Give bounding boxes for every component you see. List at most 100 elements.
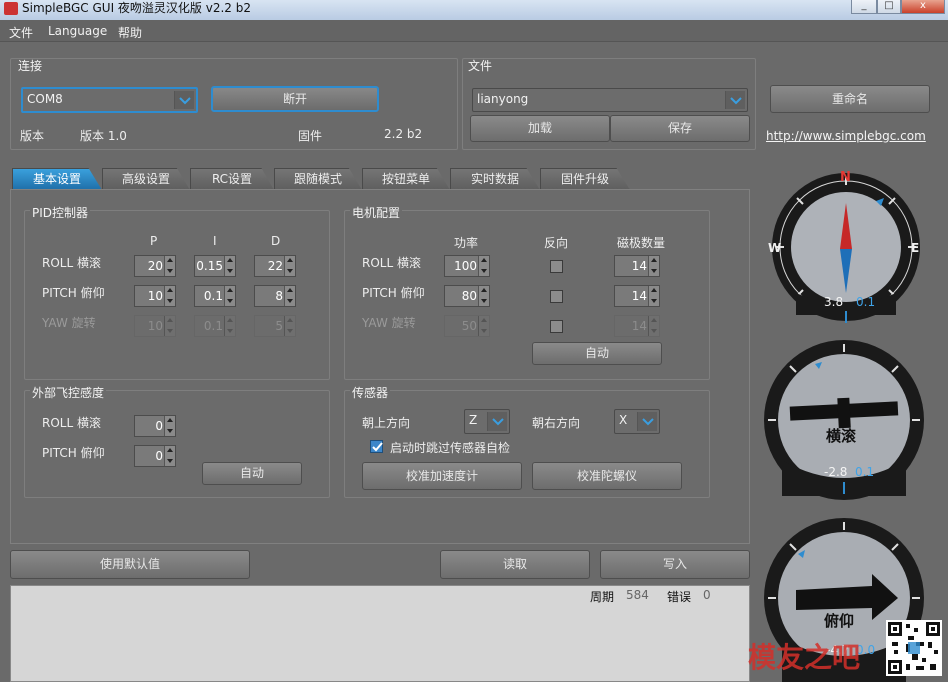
cycle-label: 周期 xyxy=(590,590,615,604)
chevron-down-icon xyxy=(487,412,507,431)
write-button[interactable]: 写入 xyxy=(600,550,750,579)
chevron-down-icon xyxy=(174,91,194,109)
sensor-up-select[interactable]: Z xyxy=(464,409,510,434)
pid-yaw-p: 10 xyxy=(134,315,176,337)
motor-roll-poles-value: 14 xyxy=(631,259,647,273)
profile-select[interactable]: lianyong xyxy=(472,88,748,112)
load-button[interactable]: 加载 xyxy=(470,115,610,142)
calibrate-accelerometer-button[interactable]: 校准加速度计 xyxy=(362,462,522,490)
tab-firmware[interactable]: 固件升级 xyxy=(540,168,630,190)
firmware-label: 固件 xyxy=(298,129,323,143)
rename-button[interactable]: 重命名 xyxy=(770,85,930,113)
ext-fc-pitch-gain-value: 0 xyxy=(155,449,163,463)
save-button[interactable]: 保存 xyxy=(610,115,750,142)
connection-group-label: 连接 xyxy=(18,59,43,73)
motor-group-label: 电机配置 xyxy=(350,204,403,221)
motor-pitch-poles[interactable]: 14 xyxy=(614,285,660,307)
use-defaults-button[interactable]: 使用默认值 xyxy=(10,550,250,579)
website-link[interactable]: http://www.simplebgc.com xyxy=(766,129,926,143)
pid-yaw-i-value: 0.1 xyxy=(203,319,223,333)
cycle-value: 584 xyxy=(626,588,649,602)
sensor-group-label: 传感器 xyxy=(350,384,391,401)
roll-value2: 0.1 xyxy=(855,465,874,479)
motor-header-poles: 磁极数量 xyxy=(617,236,666,250)
tab-follow[interactable]: 跟随模式 xyxy=(274,168,362,190)
chevron-down-icon xyxy=(637,412,657,431)
tab-basic[interactable]: 基本设置 xyxy=(12,168,102,190)
title-bar: SimpleBGC GUI 夜吻溢灵汉化版 v2.2 b2 _ □ x xyxy=(0,0,948,20)
pid-pitch-p[interactable]: 10 xyxy=(134,285,176,307)
ext-fc-roll-gain-value: 0 xyxy=(155,419,163,433)
compass-n-label: N xyxy=(840,170,851,185)
file-group-label: 文件 xyxy=(468,59,493,73)
ext-fc-pitch-gain[interactable]: 0 xyxy=(134,445,176,467)
maximize-button[interactable]: □ xyxy=(877,0,901,14)
pid-pitch-d-value: 8 xyxy=(275,289,283,303)
menu-file[interactable]: 文件 xyxy=(9,24,33,41)
ext-fc-roll-gain[interactable]: 0 xyxy=(134,415,176,437)
skip-selftest-checkbox[interactable] xyxy=(370,440,383,453)
sensor-right-select[interactable]: X xyxy=(614,409,660,434)
compass-value2: 0.1 xyxy=(856,295,875,309)
pid-yaw-d: 5 xyxy=(254,315,296,337)
qr-code xyxy=(886,620,942,676)
sensor-up-label: 朝上方向 xyxy=(362,416,411,430)
pid-yaw-i: 0.1 xyxy=(194,315,236,337)
pid-pitch-i[interactable]: 0.1 xyxy=(194,285,236,307)
motor-yaw-poles-value: 14 xyxy=(631,319,647,333)
motor-roll-poles[interactable]: 14 xyxy=(614,255,660,277)
motor-auto-button[interactable]: 自动 xyxy=(532,342,662,365)
motor-roll-reverse-checkbox[interactable] xyxy=(550,260,563,273)
chevron-down-icon xyxy=(725,91,745,109)
sensor-right-value: X xyxy=(619,413,628,427)
compass-w-label: W xyxy=(768,241,781,255)
pid-header-i: I xyxy=(213,234,217,248)
port-select[interactable]: COM8 xyxy=(21,87,198,113)
minimize-button[interactable]: _ xyxy=(851,0,877,14)
menu-language[interactable]: Language xyxy=(48,24,107,38)
roll-gauge: 横滚 -2.8 0.1 xyxy=(764,340,924,500)
pid-roll-p[interactable]: 20 xyxy=(134,255,176,277)
motor-pitch-label: PITCH 俯仰 xyxy=(362,286,425,300)
read-button[interactable]: 读取 xyxy=(440,550,590,579)
pid-pitch-label: PITCH 俯仰 xyxy=(42,286,105,300)
ext-fc-roll-label: ROLL 横滚 xyxy=(42,416,101,430)
pid-pitch-d[interactable]: 8 xyxy=(254,285,296,307)
motor-yaw-label: YAW 旋转 xyxy=(362,316,416,330)
tab-realtime[interactable]: 实时数据 xyxy=(450,168,540,190)
motor-roll-power[interactable]: 100 xyxy=(444,255,490,277)
calibrate-gyro-button[interactable]: 校准陀螺仪 xyxy=(532,462,682,490)
pid-roll-i[interactable]: 0.15 xyxy=(194,255,236,277)
motor-yaw-poles: 14 xyxy=(614,315,660,337)
tab-rc[interactable]: RC设置 xyxy=(190,168,274,190)
close-button[interactable]: x xyxy=(901,0,945,14)
error-value: 0 xyxy=(703,588,711,602)
pid-roll-label: ROLL 横滚 xyxy=(42,256,101,270)
pid-pitch-i-value: 0.1 xyxy=(203,289,223,303)
roll-gauge-label: 横滚 xyxy=(826,427,857,445)
skip-selftest-label: 启动时跳过传感器自检 xyxy=(390,441,511,455)
pid-roll-d[interactable]: 22 xyxy=(254,255,296,277)
pitch-gauge-label: 俯仰 xyxy=(824,612,854,630)
pid-roll-p-value: 20 xyxy=(147,259,163,273)
checkmark-icon xyxy=(372,442,383,452)
app-icon xyxy=(4,2,18,15)
ext-fc-auto-button[interactable]: 自动 xyxy=(202,462,302,485)
tab-buttons[interactable]: 按钮菜单 xyxy=(362,168,450,190)
ext-fc-group-label: 外部飞控感度 xyxy=(30,384,107,401)
motor-header-power: 功率 xyxy=(454,236,479,250)
motor-pitch-reverse-checkbox[interactable] xyxy=(550,290,563,303)
pid-yaw-p-value: 10 xyxy=(147,319,163,333)
version-value: 版本 1.0 xyxy=(80,129,127,143)
tab-advanced[interactable]: 高级设置 xyxy=(102,168,190,190)
menu-help[interactable]: 帮助 xyxy=(118,24,142,41)
motor-yaw-reverse-checkbox[interactable] xyxy=(550,320,563,333)
qr-code-icon xyxy=(888,622,940,674)
compass-e-label: E xyxy=(911,241,919,255)
pid-roll-d-value: 22 xyxy=(267,259,283,273)
motor-pitch-power[interactable]: 80 xyxy=(444,285,490,307)
disconnect-button[interactable]: 断开 xyxy=(211,86,379,112)
motor-yaw-power-value: 50 xyxy=(461,319,477,333)
sensor-up-value: Z xyxy=(469,413,478,427)
watermark-text: 模友之吧 xyxy=(748,641,861,674)
